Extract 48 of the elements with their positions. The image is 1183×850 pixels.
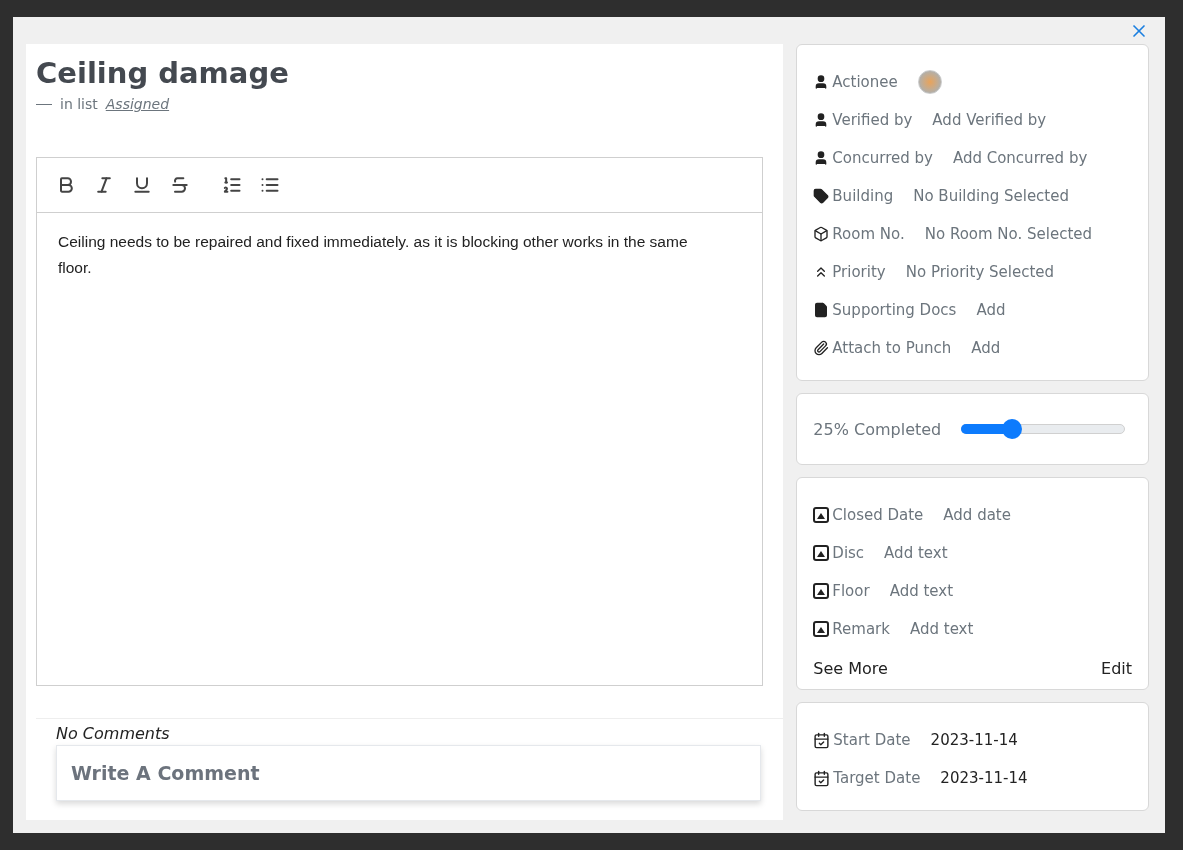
date-value[interactable]: 2023-11-14 <box>930 731 1018 749</box>
date-label: Start Date <box>833 731 911 749</box>
list-link[interactable]: Assigned <box>105 96 170 112</box>
description-text: Ceiling needs to be repaired and fixed immediately. as it is blocking other works in the same floor. <box>58 232 689 278</box>
file-icon <box>813 302 830 318</box>
comment-field[interactable]: Write A Comment <box>56 745 761 801</box>
dash-line <box>36 103 52 105</box>
underline-icon[interactable] <box>131 174 153 196</box>
field-value[interactable]: Add <box>976 301 1006 319</box>
paperclip-icon <box>813 340 830 356</box>
field-label: Verified by <box>832 111 913 129</box>
field-label: Actionee <box>832 73 898 91</box>
field-value[interactable]: Add text <box>909 620 974 638</box>
field-label: Floor <box>832 582 870 600</box>
see-more-link[interactable]: See More <box>813 658 888 678</box>
task-title: Ceiling damage <box>36 55 290 92</box>
field-label: Concurred by <box>832 149 933 167</box>
field-label: Closed Date <box>832 506 924 524</box>
field-label: Priority <box>832 263 886 281</box>
edit-link[interactable]: Edit <box>1101 658 1132 678</box>
cube-icon <box>813 226 830 242</box>
field-value[interactable]: No Room No. Selected <box>924 225 1093 243</box>
field-value[interactable]: Add text <box>884 544 948 562</box>
field-value[interactable]: Add <box>971 339 1001 357</box>
image-square-icon <box>813 583 830 599</box>
image-square-icon <box>813 545 830 561</box>
numbered-list-icon[interactable] <box>221 174 243 196</box>
calendar-check-icon <box>813 731 831 749</box>
field-value[interactable]: Add date <box>943 506 1011 524</box>
field-label: Room No. <box>832 225 905 243</box>
field-label: Supporting Docs <box>832 301 957 319</box>
field-label: Remark <box>832 620 890 638</box>
field-label: Disc <box>832 544 865 562</box>
image-square-icon <box>813 507 830 523</box>
no-comments-text: No Comments <box>56 724 170 743</box>
date-label: Target Date <box>833 769 921 787</box>
slider-thumb[interactable] <box>1001 419 1022 439</box>
field-value[interactable]: Add text <box>889 582 954 600</box>
progress-label: 25% Completed <box>813 419 942 439</box>
date-value[interactable]: 2023-11-14 <box>940 769 1028 787</box>
tag-icon <box>813 188 830 204</box>
field-label: Attach to Punch <box>832 339 952 357</box>
progress-slider[interactable] <box>961 419 1126 439</box>
list-prefix: in list <box>60 96 98 112</box>
field-label: Building <box>832 187 894 205</box>
field-value[interactable]: Add Verified by <box>932 111 1047 129</box>
calendar-check-icon <box>813 769 831 787</box>
image-square-icon <box>813 621 830 637</box>
